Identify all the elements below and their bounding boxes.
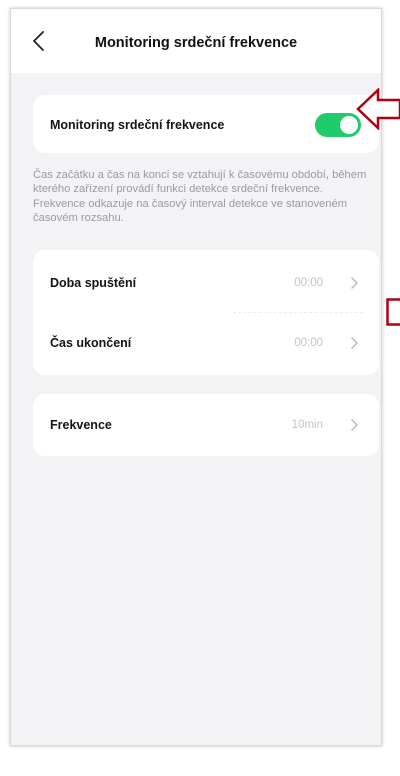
end-time-value: 00:00 (294, 337, 323, 349)
end-time-label: Čas ukončení (50, 336, 132, 350)
frequency-label: Frekvence (50, 418, 112, 432)
description-text: Čas začátku a čas na konci se vztahují k… (33, 169, 367, 224)
start-time-row[interactable]: Doba spuštění 00:00 (33, 250, 379, 313)
end-time-row[interactable]: Čas ukončení 00:00 (33, 313, 379, 375)
toggle-label: Monitoring srdeční frekvence (50, 118, 225, 132)
phone-screen: Monitoring srdeční frekvence Monitoring … (10, 8, 382, 746)
chevron-right-icon (351, 419, 358, 431)
page-title: Monitoring srdeční frekvence (94, 35, 298, 51)
top-bar: Monitoring srdeční frekvence (11, 9, 381, 73)
annotation-arrow-icon (356, 88, 400, 130)
frequency-card: Frekvence 10min (33, 394, 379, 456)
frequency-value: 10min (291, 419, 323, 431)
frequency-row[interactable]: Frekvence 10min (33, 394, 379, 456)
chevron-right-icon (351, 277, 358, 289)
heart-rate-monitoring-toggle[interactable] (315, 113, 361, 137)
time-range-card: Doba spuštění 00:00 Čas ukončení 00:00 (33, 250, 379, 375)
start-time-value: 00:00 (294, 277, 323, 289)
annotation-box-icon (386, 298, 400, 326)
chevron-right-icon (351, 337, 358, 349)
start-time-label: Doba spuštění (50, 276, 137, 290)
heart-rate-toggle-card: Monitoring srdeční frekvence (33, 95, 379, 153)
